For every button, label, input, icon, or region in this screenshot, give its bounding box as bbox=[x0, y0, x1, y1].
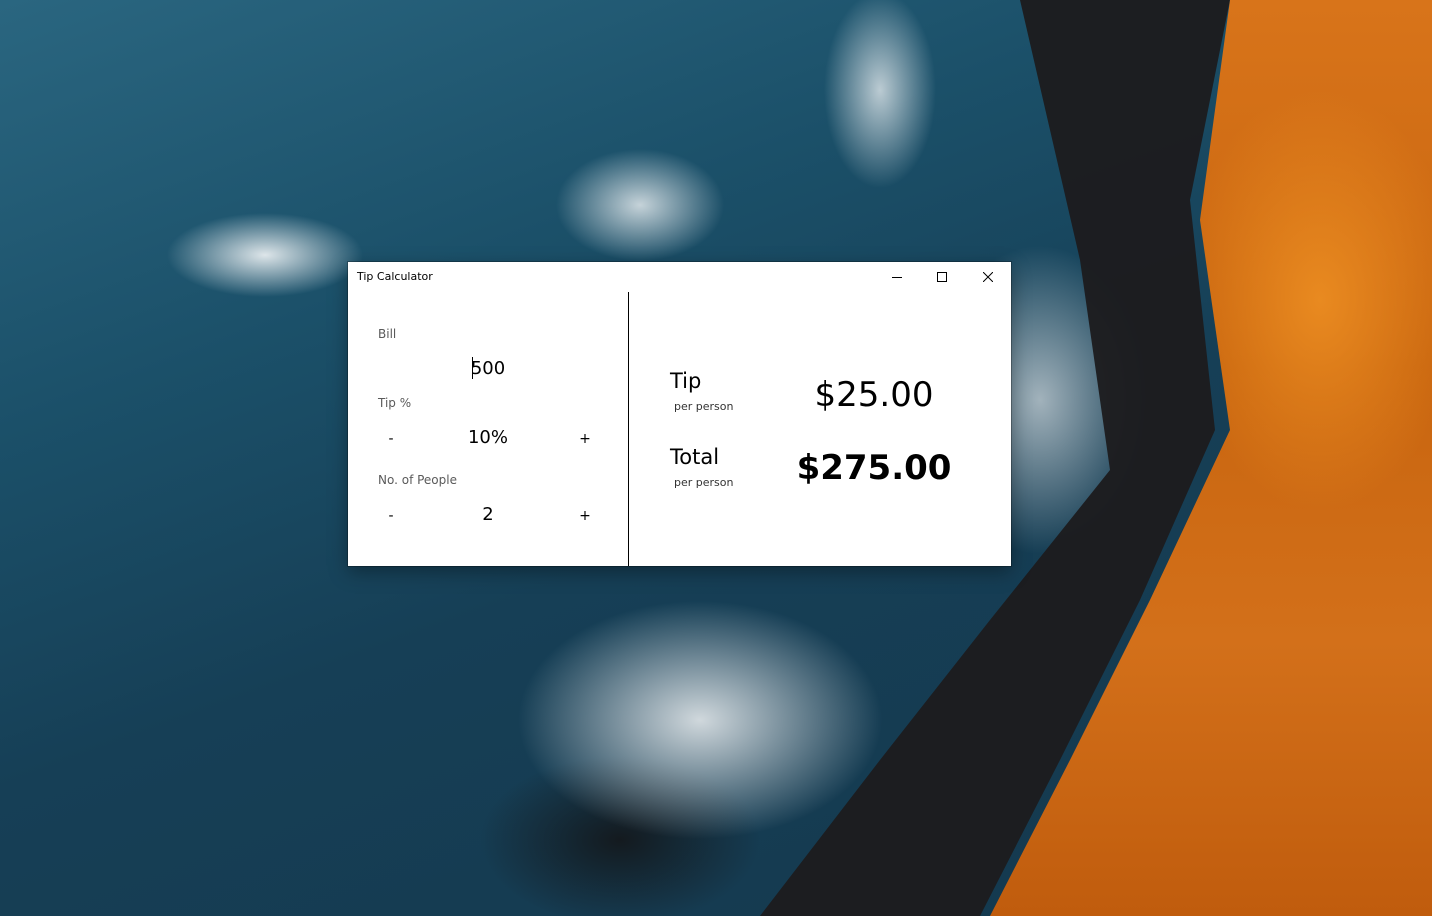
minimize-button[interactable] bbox=[874, 262, 920, 292]
total-result-label: Total bbox=[670, 445, 720, 469]
results-pane: Tip per person $25.00 Total per person $… bbox=[629, 292, 1011, 566]
tip-percent-label: Tip % bbox=[378, 396, 412, 410]
tip-per-person-label: per person bbox=[674, 400, 734, 413]
tip-percent-value: 10% bbox=[467, 427, 508, 448]
text-caret bbox=[472, 357, 473, 379]
minimize-icon bbox=[892, 277, 902, 278]
tip-decrease-button[interactable]: - bbox=[376, 426, 406, 452]
people-increase-button[interactable]: + bbox=[570, 503, 600, 529]
tip-increase-button[interactable]: + bbox=[570, 426, 600, 452]
input-pane: Bill Tip % - 10% + No. of People - 2 + bbox=[348, 292, 628, 566]
title-bar[interactable]: Tip Calculator bbox=[348, 262, 1011, 292]
tip-calculator-window: Tip Calculator Bill Tip % - 10% + No. of… bbox=[348, 262, 1011, 566]
people-count-value: 2 bbox=[482, 504, 494, 525]
close-button[interactable] bbox=[965, 262, 1011, 292]
bill-input[interactable] bbox=[408, 355, 568, 381]
maximize-button[interactable] bbox=[919, 262, 965, 292]
bill-label: Bill bbox=[378, 327, 397, 341]
total-amount-value: $275.00 bbox=[796, 448, 952, 488]
close-icon bbox=[983, 272, 993, 282]
window-title: Tip Calculator bbox=[357, 270, 433, 283]
maximize-icon bbox=[937, 272, 947, 282]
total-per-person-label: per person bbox=[674, 476, 734, 489]
people-count-label: No. of People bbox=[378, 473, 457, 487]
tip-result-label: Tip bbox=[670, 369, 702, 393]
people-decrease-button[interactable]: - bbox=[376, 503, 406, 529]
tip-amount-value: $25.00 bbox=[814, 375, 934, 415]
